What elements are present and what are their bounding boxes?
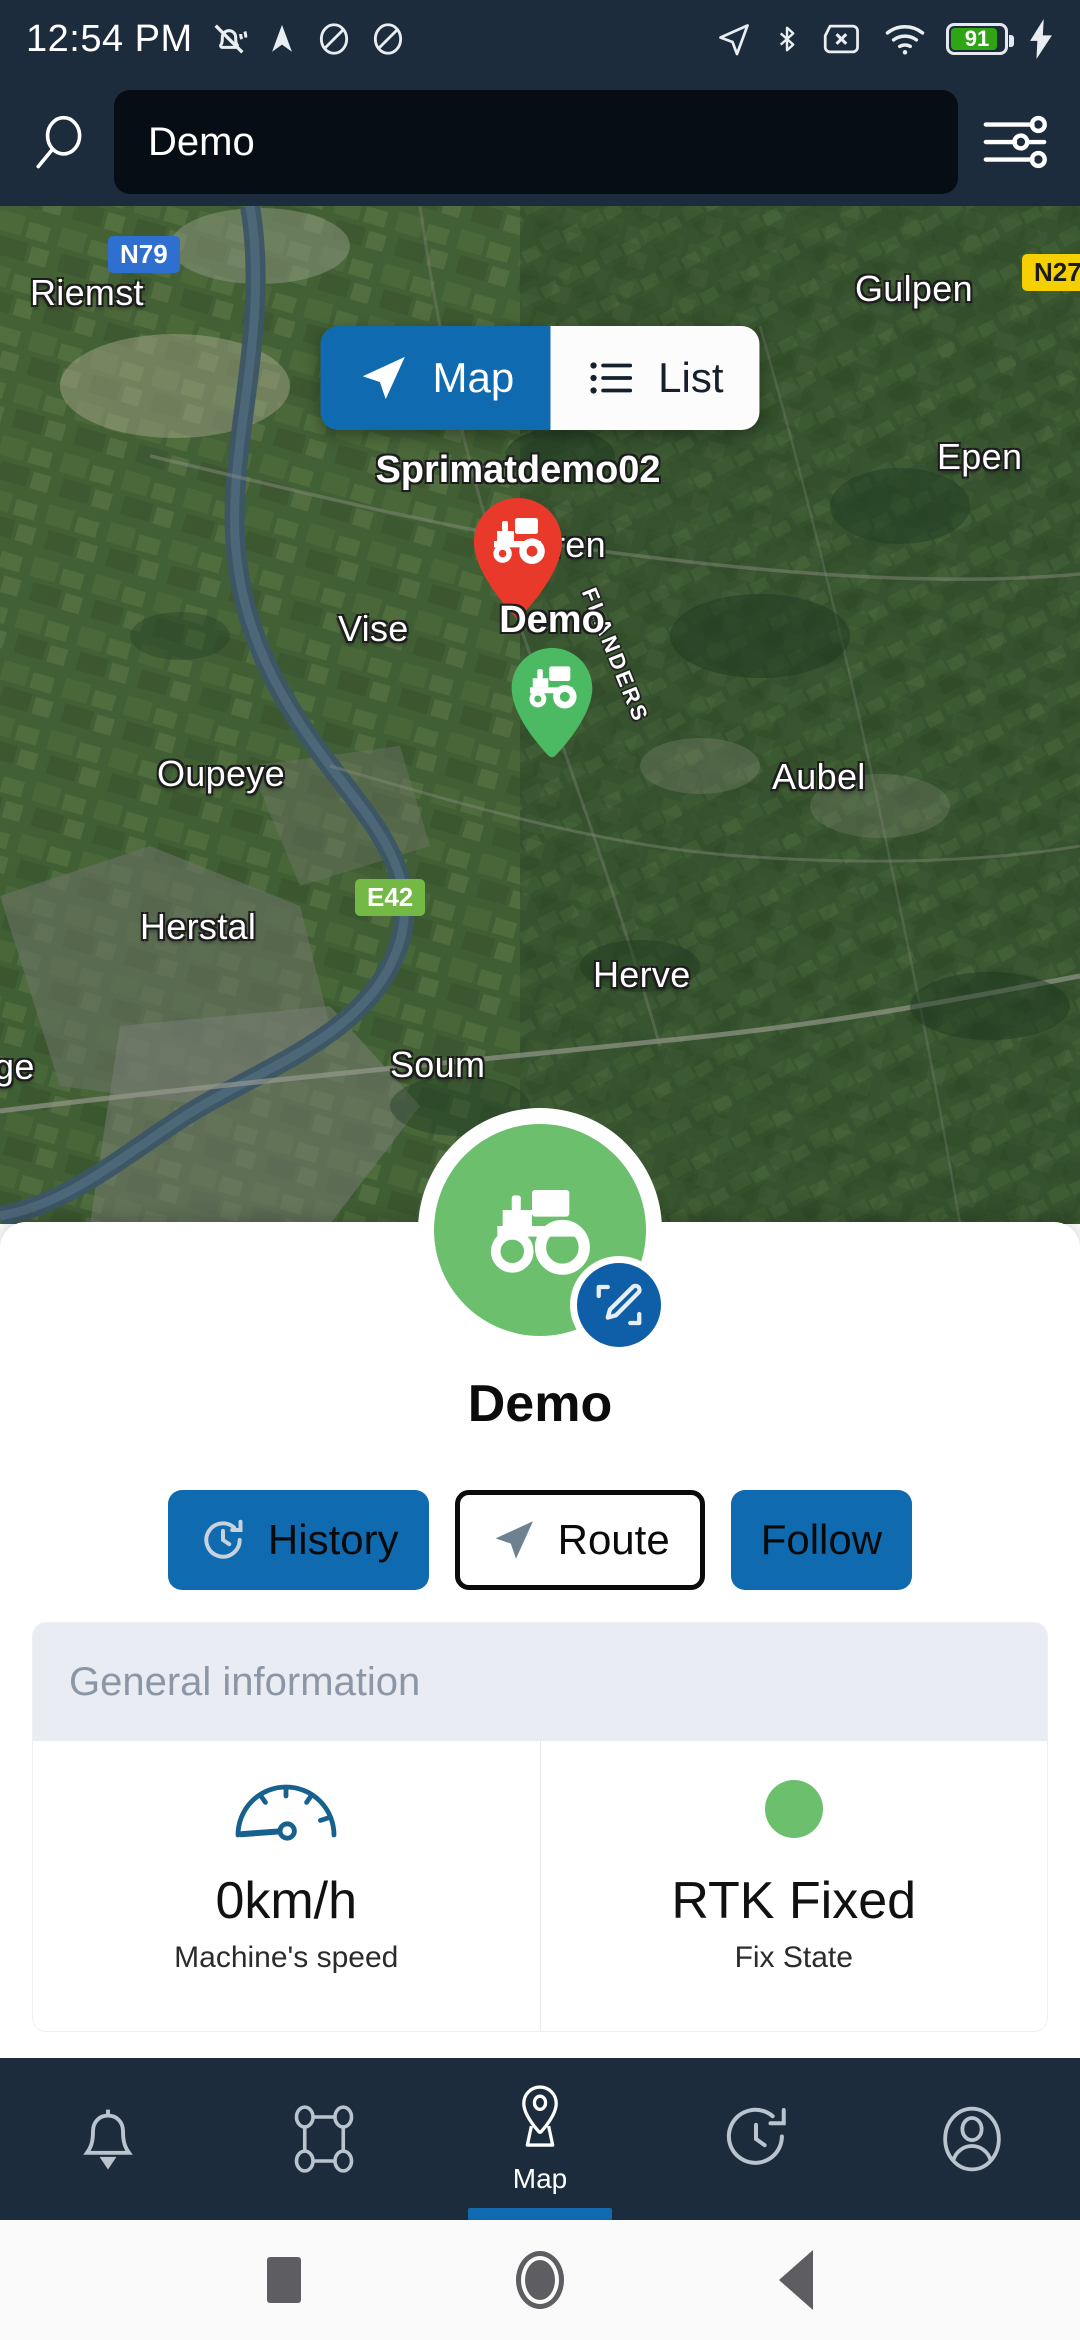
map-place-label-oupeye: Oupeye xyxy=(157,753,285,794)
fix-state-label: Fix State xyxy=(734,1941,853,1974)
machine-detail-sheet: Demo History Route Follow General inform… xyxy=(0,1108,1080,2058)
fix-state-value: RTK Fixed xyxy=(671,1872,917,1930)
avatar xyxy=(418,1108,668,1354)
location-arrow-icon xyxy=(271,24,292,52)
tab-map[interactable]: Map xyxy=(320,326,551,430)
nav-item-account[interactable] xyxy=(864,2058,1080,2220)
status-bar-clock: 12:54 PM xyxy=(26,17,193,60)
map-place-label-epen: Epen xyxy=(937,436,1023,477)
machine-title: Demo xyxy=(467,1375,613,1433)
map-pin-demo[interactable]: Demo xyxy=(499,599,605,765)
map-view[interactable]: N79 N278 E42 N3 Riemst Gulpen Epen Vise … xyxy=(0,206,1080,1224)
map-place-label-ge: ge xyxy=(0,1046,35,1087)
map-place-label-herstal: Herstal xyxy=(140,906,257,947)
route-button-label: Route xyxy=(557,1516,670,1563)
history-clock-icon xyxy=(726,2107,786,2165)
tab-list[interactable]: List xyxy=(550,326,760,430)
search-input[interactable] xyxy=(114,90,958,194)
map-pin-label: Demo xyxy=(499,599,605,641)
android-system-navigation xyxy=(0,2220,1080,2340)
back-triangle-icon[interactable] xyxy=(779,2250,813,2310)
search-header xyxy=(0,78,1080,206)
list-bullet-icon xyxy=(590,362,632,394)
info-cell-fix-state: RTK Fixed Fix State xyxy=(539,1741,1048,2031)
follow-button-label: Follow xyxy=(760,1516,883,1563)
general-information-card: General information 0km/h Machine's spee… xyxy=(32,1622,1048,2032)
status-bar-right: 91 xyxy=(716,19,1054,59)
map-list-toggle: Map List xyxy=(320,326,760,430)
nav-item-map-label: Map xyxy=(512,2163,568,2194)
road-shield-n79: N79 xyxy=(108,236,180,274)
info-cell-speed: 0km/h Machine's speed xyxy=(33,1741,540,2031)
bottom-navigation: Map xyxy=(0,2058,1080,2220)
follow-button[interactable]: Follow xyxy=(730,1490,913,1590)
nav-active-indicator xyxy=(468,2208,612,2220)
route-button[interactable]: Route xyxy=(454,1490,705,1590)
field-boundary-icon xyxy=(294,2105,354,2173)
map-pin-label: Sprimatdemo02 xyxy=(375,449,661,491)
general-information-header: General information xyxy=(33,1623,1047,1741)
machine-speed-label: Machine's speed xyxy=(174,1941,399,1974)
nav-item-notifications[interactable] xyxy=(0,2058,216,2220)
map-place-label-aubel: Aubel xyxy=(772,756,866,797)
machine-speed-value: 0km/h xyxy=(215,1872,358,1930)
history-button[interactable]: History xyxy=(167,1490,429,1590)
nav-item-fields[interactable] xyxy=(216,2058,432,2220)
status-bar-left: 12:54 PM xyxy=(26,18,407,61)
bell-icon xyxy=(83,2109,133,2170)
search-icon[interactable] xyxy=(30,111,92,173)
action-buttons: History Route Follow xyxy=(0,1490,1080,1590)
tab-map-label: Map xyxy=(432,354,515,401)
road-shield-n278: N278 xyxy=(1022,254,1080,292)
speedometer-icon xyxy=(235,1784,337,1841)
nav-item-map[interactable]: Map xyxy=(432,2058,648,2220)
battery-percent: 91 xyxy=(964,26,990,51)
nav-item-history[interactable] xyxy=(648,2058,864,2220)
map-place-label-herve: Herve xyxy=(593,954,691,995)
map-place-label-soum: Soum xyxy=(390,1044,486,1085)
tab-list-label: List xyxy=(658,354,724,401)
home-circle-icon[interactable] xyxy=(516,2251,564,2309)
status-dot-icon xyxy=(764,1780,823,1838)
do-not-disturb-icon xyxy=(319,23,348,55)
user-account-icon xyxy=(943,2106,1001,2172)
map-place-label-riemst: Riemst xyxy=(30,272,144,313)
general-information-grid: 0km/h Machine's speed RTK Fixed Fix Stat… xyxy=(33,1741,1048,2031)
charging-bolt-icon xyxy=(1030,19,1052,59)
sim-missing-icon xyxy=(823,24,859,54)
map-pin-icon xyxy=(522,2085,558,2147)
map-place-label-gulpen: Gulpen xyxy=(855,268,973,309)
do-not-disturb-icon xyxy=(373,23,402,55)
recents-square-icon[interactable] xyxy=(267,2257,301,2303)
tractor-icon xyxy=(490,1190,590,1275)
bluetooth-icon xyxy=(779,26,795,52)
wifi-icon xyxy=(885,25,925,55)
mute-bell-icon xyxy=(214,24,247,54)
map-marker-green xyxy=(511,648,593,758)
navigation-arrow-icon xyxy=(719,24,749,56)
status-bar: 12:54 PM 91 xyxy=(0,0,1080,78)
app-root: 12:54 PM 91 Demo N79 N27 E42 Riemst Gulp… xyxy=(0,0,1080,2340)
navigation-arrow-icon xyxy=(495,1521,533,1559)
sliders-filter-icon[interactable] xyxy=(980,107,1050,177)
road-shield-e42: E42 xyxy=(355,879,426,917)
battery-icon: 91 xyxy=(946,23,1014,55)
navigation-arrow-icon xyxy=(362,356,405,400)
edit-pencil-icon[interactable] xyxy=(570,1256,668,1354)
history-clock-icon xyxy=(204,1519,243,1559)
map-place-label-vise: Vise xyxy=(338,608,409,649)
history-button-label: History xyxy=(267,1516,399,1563)
